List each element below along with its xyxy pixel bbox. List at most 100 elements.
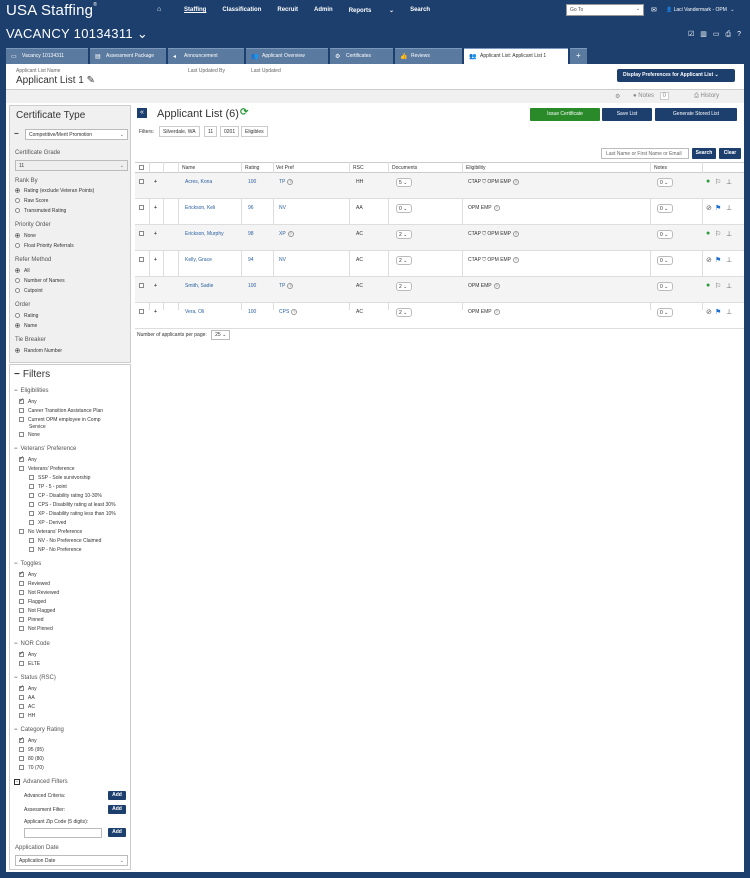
flag-icon[interactable]: ⚑ bbox=[715, 204, 721, 212]
help-icon[interactable]: ? bbox=[737, 31, 747, 38]
vet-ssp-checkbox[interactable]: SSP - Sole survivorship bbox=[29, 475, 90, 481]
save-list-button[interactable]: Save List bbox=[602, 108, 652, 121]
certificate-type-select[interactable]: Competitive/Merit Promotion ⌄ bbox=[25, 129, 128, 140]
vet-any-checkbox[interactable]: Any bbox=[19, 455, 37, 463]
tab-applicant-list[interactable]: 👥 Applicant List: Applicant List 1 bbox=[464, 48, 568, 64]
filter-pill-eligibles[interactable]: Eligibles bbox=[241, 126, 268, 137]
add-zip-code-button[interactable]: Add bbox=[108, 828, 126, 837]
row-checkbox[interactable] bbox=[139, 309, 148, 315]
vet-pref-value[interactable]: NV bbox=[279, 205, 286, 211]
expand-row-icon[interactable]: + bbox=[154, 257, 157, 263]
nor-elte-checkbox[interactable]: ELTE bbox=[19, 661, 40, 667]
refer-all-radio[interactable]: All bbox=[15, 268, 30, 274]
order-rating-radio[interactable]: Rating bbox=[15, 313, 38, 319]
elig-any-checkbox[interactable]: Any bbox=[19, 397, 37, 405]
category-95-checkbox[interactable]: 95 (95) bbox=[19, 747, 44, 753]
help-icon[interactable]: ? bbox=[493, 205, 500, 211]
applicant-name-link[interactable]: Erickson, Keli bbox=[185, 205, 215, 211]
nav-staffing[interactable]: Staffing bbox=[184, 7, 206, 14]
vet-nv-checkbox[interactable]: NV - No Preference Claimed bbox=[29, 538, 101, 544]
user-menu[interactable]: 👤 Laci Vandermark - OPM ⌄ bbox=[666, 7, 734, 13]
help-icon[interactable]: ? bbox=[493, 283, 500, 289]
flag-outline-icon[interactable]: ⚐ bbox=[715, 178, 721, 186]
tie-random-radio[interactable]: Random Number bbox=[15, 348, 62, 354]
priority-none-radio[interactable]: None bbox=[15, 233, 36, 239]
toggle-flagged-checkbox[interactable]: Flagged bbox=[19, 599, 46, 605]
vet-pref-value[interactable]: TP? bbox=[279, 283, 294, 289]
help-icon[interactable]: ? bbox=[287, 231, 294, 237]
expand-row-icon[interactable]: + bbox=[154, 283, 157, 289]
notes-dropdown[interactable]: 0 ⌄ bbox=[657, 282, 673, 291]
toggle-not-pinned-checkbox[interactable]: Not Pinned bbox=[19, 626, 53, 632]
row-checkbox[interactable] bbox=[139, 283, 148, 289]
pending-circle-icon[interactable]: ⊘ bbox=[706, 256, 712, 264]
certificate-grade-select[interactable]: 11 ⌄ bbox=[15, 160, 128, 171]
help-icon[interactable]: ? bbox=[493, 309, 500, 315]
advanced-filters-header[interactable]: − Advanced Filters bbox=[14, 779, 68, 785]
refresh-icon[interactable]: ⟳ bbox=[240, 107, 248, 118]
order-name-radio[interactable]: Name bbox=[15, 323, 37, 329]
table-row[interactable]: + Erickson, Murphy 98 XP? AC 2 ⌄ CTAP ⛉ OPM EM… bbox=[135, 225, 744, 251]
status-any-checkbox[interactable]: Any bbox=[19, 684, 37, 692]
row-checkbox[interactable] bbox=[139, 179, 148, 185]
nav-admin[interactable]: Admin bbox=[314, 7, 333, 14]
collapse-icon[interactable]: − bbox=[14, 129, 19, 138]
filter-pill-grade[interactable]: 11 bbox=[204, 126, 218, 137]
toggle-not-flagged-checkbox[interactable]: Not Flagged bbox=[19, 608, 55, 614]
comment-icon[interactable]: ▭ bbox=[713, 31, 726, 38]
notes-button[interactable]: ● Notes 0 bbox=[633, 92, 669, 100]
notes-dropdown[interactable]: 0 ⌄ bbox=[657, 256, 673, 265]
pin-icon[interactable]: ⊥ bbox=[726, 178, 732, 186]
expand-row-icon[interactable]: + bbox=[154, 231, 157, 237]
nav-search[interactable]: Search bbox=[410, 7, 430, 14]
pin-icon[interactable]: ⊥ bbox=[726, 308, 732, 316]
gear-icon[interactable]: ⚙ bbox=[615, 93, 620, 100]
col-name[interactable]: Name bbox=[182, 165, 195, 171]
pin-icon[interactable]: ⊥ bbox=[726, 282, 732, 290]
rank-by-rating-radio[interactable]: Rating (exclude Veteran Points) bbox=[15, 188, 94, 194]
pending-circle-icon[interactable]: ⊘ bbox=[706, 308, 712, 316]
applicant-name-link[interactable]: Acres, Kona bbox=[185, 179, 212, 185]
nav-reports[interactable]: Reports ⌄ bbox=[349, 7, 394, 14]
nav-classification[interactable]: Classification bbox=[222, 7, 261, 14]
rank-by-raw-score-radio[interactable]: Raw Score bbox=[15, 198, 48, 204]
edit-icon[interactable]: ✎ bbox=[87, 75, 95, 86]
expand-row-icon[interactable]: + bbox=[154, 205, 157, 211]
col-notes[interactable]: Notes bbox=[654, 165, 667, 171]
documents-dropdown[interactable]: 2 ⌄ bbox=[396, 282, 412, 291]
nav-recruit[interactable]: Recruit bbox=[277, 7, 298, 14]
flag-outline-icon[interactable]: ⚐ bbox=[715, 282, 721, 290]
applicant-name-link[interactable]: Erickson, Murphy bbox=[185, 231, 224, 237]
tab-certificates[interactable]: ⚙ Certificates bbox=[330, 48, 393, 64]
notes-dropdown[interactable]: 0 ⌄ bbox=[657, 308, 673, 317]
goto-input[interactable]: Go To ⌄ bbox=[566, 4, 644, 16]
table-row[interactable]: + Acres, Kona 100 TP? HH 5 ⌄ CTAP ⛉ OPM EMP? 0 … bbox=[135, 173, 744, 199]
building-icon[interactable]: ▥ bbox=[700, 31, 713, 38]
tab-vacancy[interactable]: ▭ Vacancy 10134311 bbox=[6, 48, 88, 64]
expand-row-icon[interactable]: + bbox=[154, 179, 157, 185]
help-icon[interactable]: ? bbox=[513, 231, 520, 237]
nor-any-checkbox[interactable]: Any bbox=[19, 650, 37, 658]
toggle-pinned-checkbox[interactable]: Pinned bbox=[19, 617, 44, 623]
vet-xp-checkbox[interactable]: XP - Disability rating less than 10% bbox=[29, 511, 116, 517]
add-tab-button[interactable]: + bbox=[570, 48, 587, 64]
vet-pref-value[interactable]: CPS? bbox=[279, 309, 298, 315]
rating-value[interactable]: 94 bbox=[248, 257, 254, 263]
vet-pref-value[interactable]: XP? bbox=[279, 231, 294, 237]
add-assessment-filter-button[interactable]: Add bbox=[108, 805, 126, 814]
help-icon[interactable]: ? bbox=[513, 179, 520, 185]
col-vet-pref[interactable]: Vet Pref bbox=[276, 165, 294, 171]
no-vet-pref-checkbox[interactable]: No Veterans' Preference bbox=[19, 529, 82, 535]
row-checkbox[interactable] bbox=[139, 205, 148, 211]
per-page-select[interactable]: 25 ⌄ bbox=[211, 330, 231, 340]
vet-xp-derived-checkbox[interactable]: XP - Derived bbox=[29, 520, 66, 526]
help-icon[interactable]: ? bbox=[287, 283, 294, 289]
table-row[interactable]: + Erickson, Keli 96 NV AA 0 ⌄ OPM EMP? 0 ⌄ ⊘ ⚑ ⊥ bbox=[135, 199, 744, 225]
check-circle-icon[interactable]: ● bbox=[706, 230, 710, 237]
table-row[interactable]: + Vera, Oli 100 CPS? AC 2 ⌄ OPM EMP? 0 ⌄ ⊘ ⚑ ⊥ bbox=[135, 303, 744, 329]
toggle-not-reviewed-checkbox[interactable]: Not Reviewed bbox=[19, 590, 59, 596]
usa-staffing-logo[interactable]: USA Staffing® bbox=[6, 2, 97, 19]
check-circle-icon[interactable]: ● bbox=[706, 282, 710, 289]
applicant-name-link[interactable]: Kelly, Grace bbox=[185, 257, 212, 263]
help-icon[interactable]: ? bbox=[287, 179, 294, 185]
